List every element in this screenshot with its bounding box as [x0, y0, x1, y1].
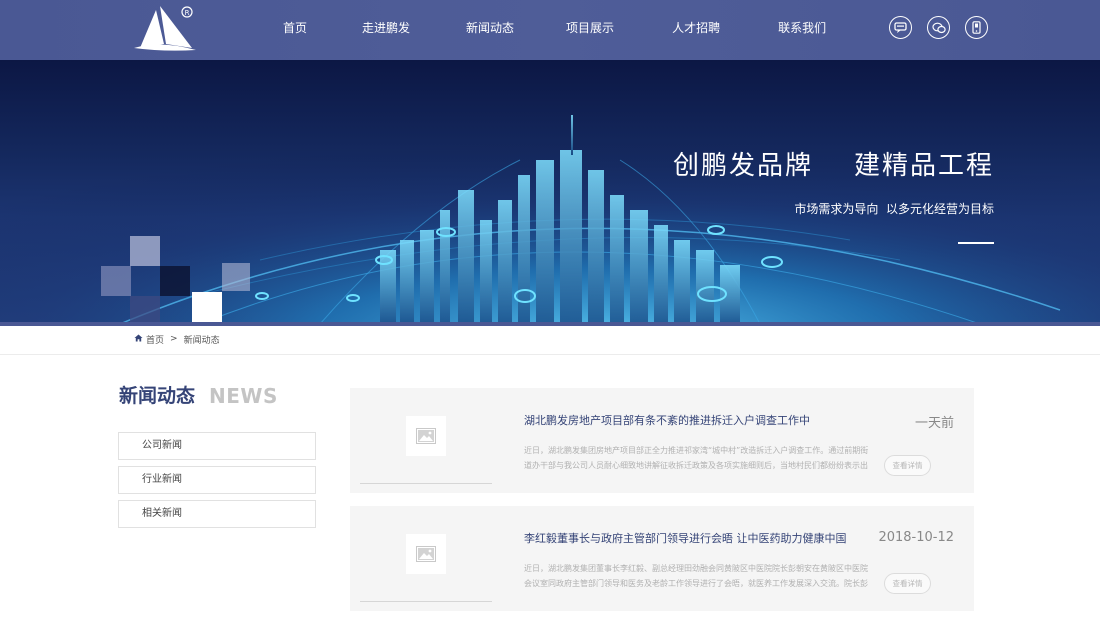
news-summary: 近日，湖北鹏发集团房地产项目部正全力推进祁家湾“城中村”改造拆迁入户调查工作。通… [524, 446, 869, 470]
sidebar-item-industry-news[interactable]: 行业新闻 [118, 466, 316, 494]
sidebar-title-en: NEWS [209, 384, 278, 408]
nav-news[interactable]: 新闻动态 [466, 0, 514, 60]
banner-bottom-border [0, 322, 1100, 326]
image-placeholder-icon [416, 428, 436, 444]
news-item[interactable]: 湖北鹏发房地产项目部有条不紊的推进拆迁入户调查工作中 一天前 近日，湖北鹏发集团… [350, 388, 974, 493]
breadcrumb-separator: > [170, 334, 178, 344]
breadcrumb-current[interactable]: 新闻动态 [184, 333, 220, 346]
thumbnail-divider [360, 601, 492, 602]
thumbnail-divider [360, 483, 492, 484]
banner-subtitle: 市场需求为导向 以多元化经营为目标 [794, 202, 994, 216]
nav-about[interactable]: 走进鹏发 [362, 0, 410, 60]
main-nav: 首页 走进鹏发 新闻动态 项目展示 人才招聘 联系我们 [264, 0, 826, 60]
svg-text:R: R [185, 9, 190, 17]
sidebar-item-related-news[interactable]: 相关新闻 [118, 500, 316, 528]
image-placeholder-icon [416, 546, 436, 562]
view-details-button[interactable]: 查看详情 [884, 455, 931, 476]
breadcrumb-home[interactable]: 首页 [146, 333, 164, 346]
city-globe-graphic [0, 60, 1100, 324]
nav-home[interactable]: 首页 [283, 0, 307, 60]
news-title[interactable]: 湖北鹏发房地产项目部有条不紊的推进拆迁入户调查工作中 [524, 412, 810, 428]
nav-careers[interactable]: 人才招聘 [672, 0, 720, 60]
mobile-icon[interactable] [965, 16, 988, 39]
news-thumbnail[interactable] [406, 534, 446, 574]
banner-title: 创鹏发品牌 建精品工程 [672, 151, 994, 181]
sidebar-menu: 公司新闻 行业新闻 相关新闻 [118, 432, 316, 534]
site-header: R 首页 走进鹏发 新闻动态 项目展示 人才招聘 联系我们 [0, 0, 1100, 60]
view-details-button[interactable]: 查看详情 [884, 573, 931, 594]
news-date: 一天前 [914, 416, 954, 431]
chat-icon[interactable] [889, 16, 912, 39]
wechat-icon[interactable] [927, 16, 950, 39]
news-thumbnail[interactable] [406, 416, 446, 456]
banner-divider [958, 242, 994, 244]
hero-banner: 创鹏发品牌 建精品工程 市场需求为导向 以多元化经营为目标 [0, 60, 1100, 324]
breadcrumb-divider [0, 354, 1100, 355]
sidebar-title: 新闻动态 [119, 385, 196, 407]
home-icon [134, 334, 143, 345]
news-date: 2018-10-12 [878, 530, 954, 545]
breadcrumb: 首页 > 新闻动态 [134, 333, 220, 346]
nav-contact[interactable]: 联系我们 [778, 0, 826, 60]
company-logo[interactable]: R [130, 4, 202, 54]
news-item[interactable]: 李红毅董事长与政府主管部门领导进行会晤 让中医药助力健康中国 2018-10-1… [350, 506, 974, 611]
news-summary: 近日，湖北鹏发集团董事长李红毅、副总经理田劲融会同黄陂区中医院院长彭朝安在黄陂区… [524, 564, 868, 588]
news-title[interactable]: 李红毅董事长与政府主管部门领导进行会晤 让中医药助力健康中国 [524, 530, 847, 546]
sidebar-item-company-news[interactable]: 公司新闻 [118, 432, 316, 460]
nav-projects[interactable]: 项目展示 [566, 0, 614, 60]
